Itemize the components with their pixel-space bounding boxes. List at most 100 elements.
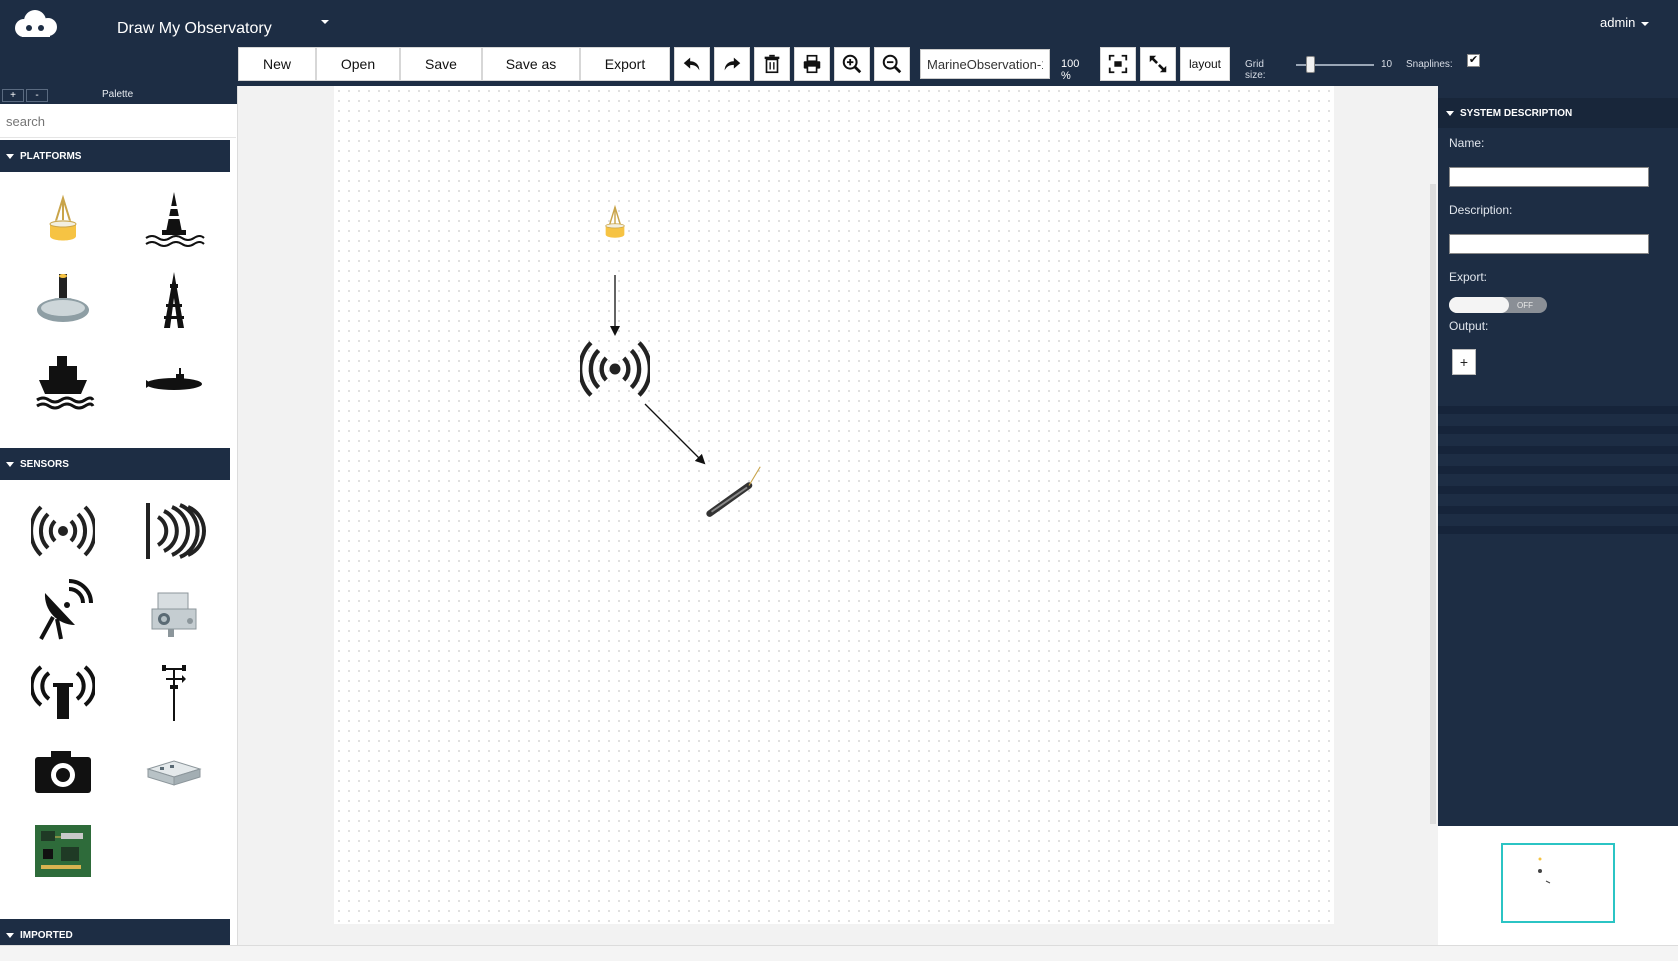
redo-button[interactable] bbox=[714, 47, 750, 81]
palette-item-buoy[interactable] bbox=[31, 188, 95, 252]
buoy-node[interactable] bbox=[592, 200, 638, 246]
delete-button[interactable] bbox=[754, 47, 790, 81]
panel-divider bbox=[1438, 406, 1678, 414]
palette-title: Palette bbox=[102, 89, 134, 100]
lighthouse-buoy-icon bbox=[145, 192, 205, 247]
open-button[interactable]: Open bbox=[316, 47, 400, 81]
palette-item-camera[interactable] bbox=[31, 739, 95, 803]
cloud-logo-icon[interactable] bbox=[8, 6, 64, 42]
minimap-area bbox=[1438, 826, 1678, 945]
palette-search-input[interactable] bbox=[0, 106, 236, 138]
palette-remove-button[interactable]: - bbox=[26, 89, 48, 102]
minimap-preview bbox=[1538, 857, 1551, 884]
palette-add-button[interactable]: + bbox=[2, 89, 24, 102]
palette-item-mooring-buoy[interactable] bbox=[31, 268, 95, 332]
export-toggle-state: OFF bbox=[1517, 301, 1533, 310]
caret-down-icon bbox=[1446, 110, 1454, 116]
palette-item-sonar[interactable] bbox=[142, 499, 206, 563]
weather-station-icon bbox=[162, 665, 186, 721]
top-bar: Draw My Observatory admin New Open Save … bbox=[0, 0, 1678, 86]
properties-panel: SYSTEM DESCRIPTION Name: Description: Ex… bbox=[1438, 86, 1678, 826]
antenna-tower-icon bbox=[31, 665, 95, 719]
connections-layer bbox=[610, 275, 706, 465]
zoom-out-icon bbox=[882, 54, 902, 74]
caret-down-icon bbox=[6, 932, 14, 938]
file-name-input[interactable] bbox=[920, 49, 1050, 79]
radio-signal-icon bbox=[31, 505, 95, 557]
system-description-header[interactable]: SYSTEM DESCRIPTION bbox=[1438, 98, 1678, 128]
trash-icon bbox=[764, 54, 780, 74]
user-name: admin bbox=[1600, 15, 1636, 30]
radio-signal-node[interactable] bbox=[577, 334, 653, 404]
app-title: Draw My Observatory bbox=[117, 20, 272, 37]
connection-radio-to-probe[interactable] bbox=[644, 403, 706, 465]
new-button[interactable]: New bbox=[238, 47, 316, 81]
export-toggle[interactable]: OFF bbox=[1449, 297, 1547, 313]
sensors-section-header[interactable]: SENSORS bbox=[0, 448, 230, 480]
add-output-button[interactable]: + bbox=[1452, 349, 1476, 375]
palette-item-satellite-dish[interactable] bbox=[31, 579, 95, 643]
probe-sensor-node[interactable] bbox=[704, 463, 764, 523]
panel-divider bbox=[1438, 446, 1678, 454]
imported-section-header[interactable]: IMPORTED bbox=[0, 919, 230, 945]
panel-divider bbox=[1438, 506, 1678, 514]
sonar-icon bbox=[146, 503, 206, 559]
palette-item-tower[interactable] bbox=[142, 268, 206, 332]
undo-icon bbox=[683, 57, 700, 71]
minimap-viewport[interactable] bbox=[1501, 843, 1615, 923]
zoom-in-button[interactable] bbox=[834, 47, 870, 81]
ship-icon bbox=[36, 356, 95, 410]
zoom-in-icon bbox=[842, 54, 862, 74]
redo-icon bbox=[724, 57, 741, 71]
snaplines-checkbox[interactable]: ✔ bbox=[1467, 54, 1480, 67]
name-field[interactable] bbox=[1449, 167, 1649, 187]
camera-icon bbox=[35, 751, 91, 793]
radio-signal-icon bbox=[577, 341, 653, 397]
diagram-canvas-area[interactable] bbox=[238, 86, 1438, 945]
fullscreen-button[interactable] bbox=[1140, 47, 1176, 81]
export-button[interactable]: Export bbox=[580, 47, 670, 81]
mooring-buoy-icon bbox=[37, 274, 89, 322]
diagram-canvas[interactable] bbox=[334, 86, 1334, 924]
tower-icon bbox=[164, 272, 184, 328]
palette-item-antenna-tower[interactable] bbox=[31, 659, 95, 723]
layout-button[interactable]: layout bbox=[1180, 47, 1230, 81]
print-icon bbox=[803, 54, 821, 74]
panel-divider bbox=[1438, 486, 1678, 494]
palette-item-circuit-board[interactable] bbox=[31, 819, 95, 883]
print-button[interactable] bbox=[794, 47, 830, 81]
camera-housing-icon bbox=[151, 592, 197, 637]
user-menu[interactable]: admin bbox=[1600, 15, 1650, 30]
palette-item-weather-station[interactable] bbox=[142, 659, 206, 723]
fit-to-screen-button[interactable] bbox=[1100, 47, 1136, 81]
grid-size-slider-handle[interactable] bbox=[1306, 56, 1316, 73]
platforms-section-header[interactable]: PLATFORMS bbox=[0, 140, 230, 172]
save-button[interactable]: Save bbox=[400, 47, 482, 81]
save-as-button[interactable]: Save as bbox=[482, 47, 580, 81]
circuit-board-icon bbox=[35, 825, 91, 877]
canvas-scrollbar[interactable] bbox=[1430, 184, 1436, 824]
system-description-label: SYSTEM DESCRIPTION bbox=[1460, 107, 1573, 119]
palette-item-radio-signal[interactable] bbox=[31, 499, 95, 563]
platforms-section-label: PLATFORMS bbox=[20, 150, 82, 162]
palette-item-submarine[interactable] bbox=[142, 348, 206, 412]
panel-divider bbox=[1438, 426, 1678, 434]
chevron-down-icon bbox=[1641, 21, 1650, 26]
panel-divider bbox=[1438, 526, 1678, 534]
zoom-out-button[interactable] bbox=[874, 47, 910, 81]
export-toggle-knob bbox=[1449, 297, 1509, 313]
palette-item-ship[interactable] bbox=[31, 348, 95, 412]
palette-header: + - Palette bbox=[0, 86, 237, 104]
export-label: Export: bbox=[1449, 270, 1488, 284]
app-menu-caret-icon[interactable] bbox=[321, 20, 329, 24]
satellite-dish-icon bbox=[39, 579, 93, 640]
buoy-icon bbox=[605, 204, 625, 238]
undo-button[interactable] bbox=[674, 47, 710, 81]
description-label: Description: bbox=[1449, 203, 1513, 217]
status-bar bbox=[0, 945, 1678, 961]
palette-item-camera-housing[interactable] bbox=[142, 579, 206, 643]
palette-item-sensor-box[interactable] bbox=[142, 739, 206, 803]
description-field[interactable] bbox=[1449, 234, 1649, 254]
palette-item-lighthouse-buoy[interactable] bbox=[142, 188, 206, 252]
zoom-level: 100 % bbox=[1061, 58, 1080, 82]
